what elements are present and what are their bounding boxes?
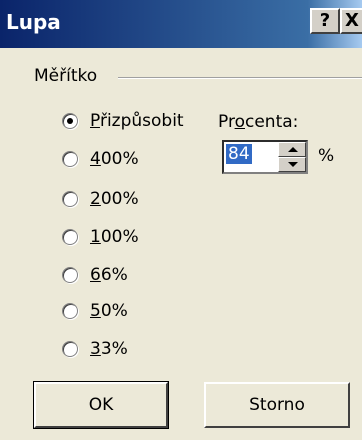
radio-100-button[interactable] bbox=[62, 229, 78, 245]
radio-fit-button[interactable] bbox=[62, 113, 78, 129]
radio-fit-label[interactable]: Přizpůsobit bbox=[90, 111, 184, 131]
radio-33[interactable]: 33% bbox=[62, 336, 128, 362]
spin-up-button[interactable] bbox=[278, 142, 306, 157]
scale-group-label: Měřítko bbox=[34, 66, 102, 86]
radio-66[interactable]: 66% bbox=[62, 262, 128, 288]
percent-spinner[interactable]: 84 bbox=[222, 140, 308, 174]
radio-400-label[interactable]: 400% bbox=[90, 149, 139, 169]
percent-unit: % bbox=[318, 146, 335, 166]
spin-down-button[interactable] bbox=[278, 157, 306, 172]
radio-50-label[interactable]: 50% bbox=[90, 301, 128, 321]
radio-100-label[interactable]: 100% bbox=[90, 227, 139, 247]
radio-33-label[interactable]: 33% bbox=[90, 339, 128, 359]
radio-fit[interactable]: Přizpůsobit bbox=[62, 108, 184, 134]
title-bar[interactable]: Lupa ? X bbox=[0, 0, 362, 48]
radio-100[interactable]: 100% bbox=[62, 224, 139, 250]
close-button[interactable]: X bbox=[340, 8, 362, 34]
percent-value[interactable]: 84 bbox=[226, 144, 252, 164]
radio-400-button[interactable] bbox=[62, 151, 78, 167]
zoom-dialog: Lupa ? X Měřítko Přizpůsobit 400% 200% 1… bbox=[0, 0, 362, 440]
percent-input[interactable]: 84 bbox=[226, 144, 274, 170]
cancel-button[interactable]: Storno bbox=[204, 382, 350, 428]
radio-50[interactable]: 50% bbox=[62, 298, 128, 324]
radio-200-label[interactable]: 200% bbox=[90, 189, 139, 209]
percent-label: Procenta: bbox=[218, 112, 299, 132]
radio-33-button[interactable] bbox=[62, 341, 78, 357]
dialog-title: Lupa bbox=[6, 10, 61, 34]
groupbox-divider bbox=[118, 77, 362, 79]
radio-200-button[interactable] bbox=[62, 191, 78, 207]
radio-400[interactable]: 400% bbox=[62, 146, 139, 172]
ok-button[interactable]: OK bbox=[33, 381, 169, 429]
radio-66-button[interactable] bbox=[62, 267, 78, 283]
help-button[interactable]: ? bbox=[310, 8, 340, 34]
radio-66-label[interactable]: 66% bbox=[90, 265, 128, 285]
spinner-buttons bbox=[278, 142, 306, 172]
radio-50-button[interactable] bbox=[62, 303, 78, 319]
radio-200[interactable]: 200% bbox=[62, 186, 139, 212]
